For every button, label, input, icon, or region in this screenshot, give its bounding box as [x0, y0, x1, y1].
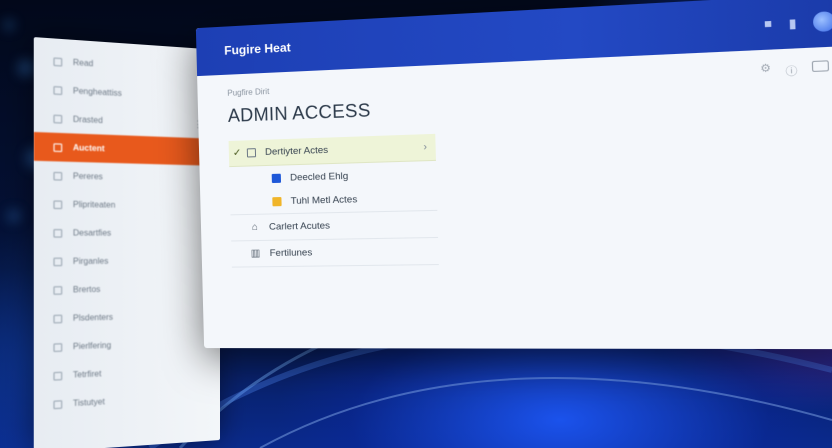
grid-icon: ▥: [250, 248, 261, 260]
notification-icon[interactable]: ■: [764, 18, 772, 32]
tree-row-label: Deecled Ehlg: [289, 170, 349, 184]
tree-row-label: Carlert Acutes: [268, 220, 331, 233]
menu-item-icon: [53, 371, 63, 381]
window-icon[interactable]: [811, 60, 830, 73]
menu-item-icon: [53, 142, 63, 152]
tree-row-label: Dertiyter Actes: [264, 144, 329, 158]
menu-item-icon: [53, 56, 63, 66]
sidebar-item[interactable]: Plipriteaten: [34, 190, 220, 220]
sidebar-item-label: Brertos: [72, 284, 101, 295]
sidebar-item-label: Read: [72, 57, 94, 69]
sidebar-item-label: Drasted: [72, 114, 103, 126]
sidebar-item[interactable]: Pirganles: [34, 247, 220, 276]
menu-item-icon: [53, 114, 63, 124]
sidebar-item-label: Tistutyet: [72, 396, 105, 409]
sidebar-item-label: Auctent: [72, 142, 105, 154]
info-icon[interactable]: ⓘ: [785, 62, 797, 79]
admin-window: Fugire Heat ■ ▮ ⚙ ⓘ Pugfire Dirit ADMIN …: [195, 0, 832, 350]
main-content: ⚙ ⓘ Pugfire Dirit ADMIN ACCESS ✓ Dertiyt…: [197, 46, 832, 268]
menu-item-icon: [53, 85, 63, 95]
folder-icon: [246, 148, 257, 158]
bokeh-light: [8, 210, 20, 222]
blue-square-icon: [271, 173, 282, 183]
menu-item-icon: [53, 285, 63, 295]
yellow-square-icon: [272, 197, 282, 207]
menu-item-icon: [53, 199, 63, 209]
sidebar-item-label: Pengheattiss: [72, 86, 122, 99]
tree-row[interactable]: ⌂ Carlert Acutes: [230, 210, 439, 242]
sidebar-item-label: Pereres: [72, 171, 103, 182]
titlebar-actions: ■ ▮: [764, 11, 832, 34]
building-icon: ⌂: [251, 221, 259, 234]
settings-icon[interactable]: ⚙: [760, 63, 771, 80]
sidebar-item-label: Pierlfering: [72, 340, 112, 352]
menu-item-icon: [53, 228, 63, 238]
avatar[interactable]: [812, 11, 832, 33]
tree-row-label: Tuhl Metl Actes: [290, 194, 358, 207]
menu-item-icon: [53, 257, 63, 266]
tree-row[interactable]: ▥ Fertilunes: [231, 237, 439, 268]
sidebar: ✕ ReadPengheattissDrasted⋮AuctentPereres…: [33, 37, 220, 448]
sidebar-list: ReadPengheattissDrasted⋮AuctentPereresPl…: [33, 46, 220, 420]
sidebar-item[interactable]: Brertos: [34, 274, 220, 305]
chevron-right-icon[interactable]: ›: [423, 141, 427, 153]
bokeh-light: [4, 20, 14, 30]
sidebar-item[interactable]: Desartfies: [34, 218, 220, 247]
content-toolbar: ⚙ ⓘ: [760, 60, 830, 80]
menu-item-icon: [53, 171, 63, 181]
sidebar-item-label: Plsdenters: [72, 312, 114, 323]
menu-item-icon: [53, 399, 63, 409]
sidebar-item[interactable]: Pereres: [34, 161, 220, 193]
menu-item-icon: [53, 342, 63, 352]
help-icon[interactable]: ▮: [789, 16, 797, 31]
bokeh-light: [18, 60, 34, 76]
access-tree: ✓ Dertiyter Actes › Deecled Ehlg Tuhl Me…: [228, 133, 439, 268]
sidebar-item-label: Plipriteaten: [72, 199, 116, 210]
sidebar-item-label: Desartfies: [72, 228, 112, 238]
tree-row-label: Fertilunes: [269, 247, 313, 260]
sidebar-item-label: Pirganles: [72, 256, 109, 267]
checkmark-icon: ✓: [232, 147, 242, 159]
sidebar-item-label: Tetrfiret: [72, 369, 102, 380]
menu-item-icon: [53, 314, 63, 323]
window-title: Fugire Heat: [224, 40, 291, 58]
